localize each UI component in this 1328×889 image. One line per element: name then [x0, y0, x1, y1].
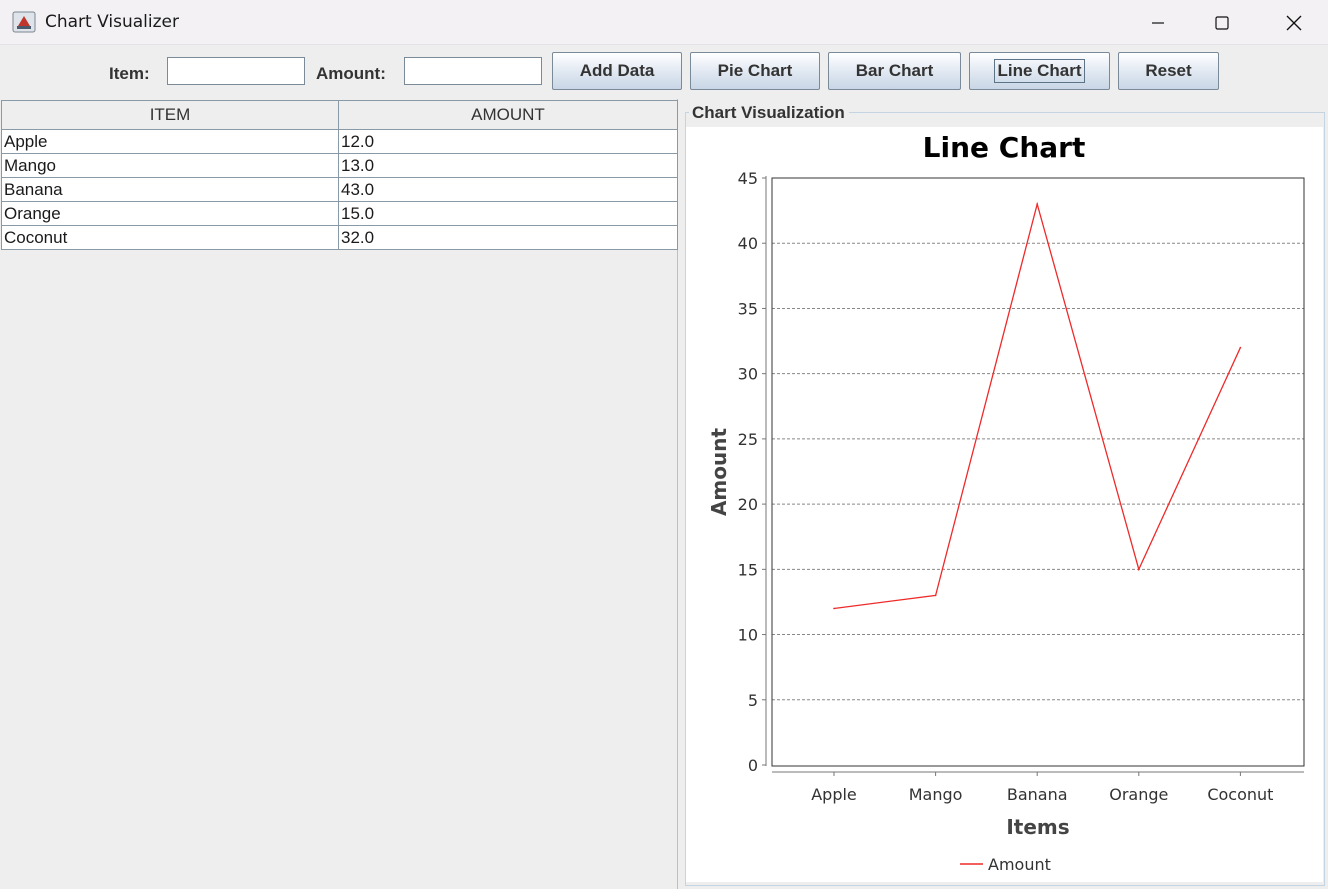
amount-label: Amount:	[316, 64, 386, 83]
x-axis-title: Items	[1006, 815, 1069, 839]
toolbar: Item: Amount: Add Data Pie Chart Bar Cha…	[0, 45, 1328, 99]
plot-border	[771, 177, 1305, 767]
item-cell[interactable]: Apple	[1, 129, 339, 154]
x-tick-label: Apple	[811, 785, 857, 804]
maximize-icon	[1215, 15, 1229, 30]
x-tick-label: Orange	[1109, 785, 1168, 804]
y-tick-label: 40	[738, 234, 758, 253]
close-button[interactable]	[1262, 0, 1326, 45]
add-data-label: Add Data	[579, 61, 655, 80]
y-tick-label: 5	[748, 691, 758, 710]
data-point	[833, 607, 835, 610]
item-cell[interactable]: Mango	[1, 153, 339, 178]
y-tick-label: 0	[748, 756, 758, 775]
table-row[interactable]: Apple 12.0	[1, 129, 678, 154]
column-header-amount[interactable]: AMOUNT	[338, 100, 678, 130]
item-cell[interactable]: Orange	[1, 201, 339, 226]
maximize-button[interactable]	[1190, 0, 1254, 45]
chart-panel-title: Chart Visualization	[689, 103, 849, 123]
item-cell[interactable]: Coconut	[1, 225, 339, 250]
y-tick-label: 15	[738, 560, 758, 579]
data-point	[1239, 346, 1242, 349]
minimize-button[interactable]	[1126, 0, 1190, 45]
table-row[interactable]: Mango 13.0	[1, 153, 678, 178]
item-label: Item:	[109, 64, 150, 83]
reset-button[interactable]: Reset	[1118, 52, 1219, 90]
close-icon	[1286, 15, 1302, 30]
y-tick-label: 10	[738, 626, 758, 645]
column-header-item[interactable]: ITEM	[1, 100, 339, 130]
title-bar: Chart Visualizer	[0, 0, 1328, 45]
x-tick-label: Banana	[1007, 785, 1068, 804]
chart-panel: Chart Visualization Line Chart 0 5 10 15 20 25…	[683, 99, 1328, 889]
amount-input[interactable]	[404, 57, 542, 85]
window-title: Chart Visualizer	[45, 12, 179, 32]
pie-chart-button[interactable]: Pie Chart	[690, 52, 820, 90]
data-point	[1036, 203, 1038, 205]
data-point	[1138, 568, 1140, 571]
y-tick-label: 25	[738, 430, 758, 449]
data-point	[934, 594, 937, 597]
item-cell[interactable]: Banana	[1, 177, 339, 202]
line-chart-button[interactable]: Line Chart	[969, 52, 1110, 90]
item-input[interactable]	[167, 57, 305, 85]
line-chart: Line Chart 0 5 10 15 20 25 30 35 40 45 Apple Mango Ba…	[707, 131, 1305, 874]
pie-chart-label: Pie Chart	[717, 61, 793, 80]
series-line-amount	[833, 201, 1241, 610]
add-data-button[interactable]: Add Data	[552, 52, 682, 90]
y-tick-label: 30	[738, 365, 758, 384]
table-row[interactable]: Banana 43.0	[1, 177, 678, 202]
data-table: ITEM AMOUNT Apple 12.0 Mango 13.0 Banana 43…	[1, 100, 678, 250]
y-tick-label: 35	[738, 299, 758, 318]
bar-chart-button[interactable]: Bar Chart	[828, 52, 961, 90]
y-tick-label: 20	[738, 495, 758, 514]
amount-cell[interactable]: 13.0	[338, 153, 678, 178]
table-row[interactable]: Orange 15.0	[1, 201, 678, 226]
x-tick-label: Coconut	[1207, 785, 1273, 804]
amount-cell[interactable]: 15.0	[338, 201, 678, 226]
x-tick-label: Mango	[909, 785, 963, 804]
amount-cell[interactable]: 12.0	[338, 129, 678, 154]
y-tick-label: 45	[738, 169, 758, 188]
legend-label: Amount	[988, 855, 1051, 874]
minimize-icon	[1152, 21, 1164, 24]
line-chart-label: Line Chart	[994, 59, 1085, 83]
y-axis-title: Amount	[707, 428, 731, 517]
data-table-panel: ITEM AMOUNT Apple 12.0 Mango 13.0 Banana 43…	[0, 99, 678, 889]
chart-area: Line Chart 0 5 10 15 20 25 30 35 40 45 Apple Mango Ba…	[686, 127, 1323, 882]
chart-title: Line Chart	[923, 131, 1086, 164]
amount-cell[interactable]: 43.0	[338, 177, 678, 202]
java-cup-icon	[12, 11, 36, 33]
bar-chart-label: Bar Chart	[855, 61, 934, 80]
reset-label: Reset	[1145, 61, 1192, 80]
amount-cell[interactable]: 32.0	[338, 225, 678, 250]
table-row[interactable]: Coconut 32.0	[1, 225, 678, 250]
